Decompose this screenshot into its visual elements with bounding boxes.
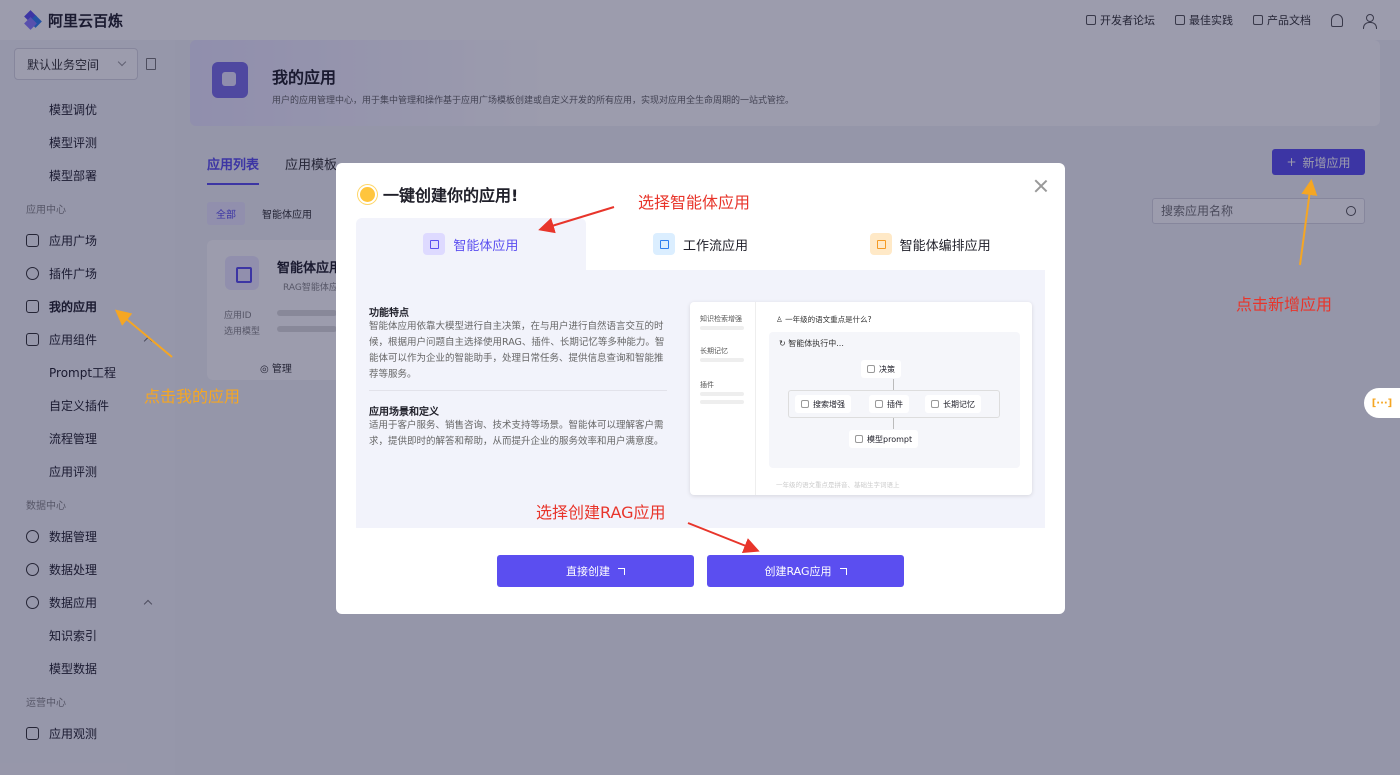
scenes-title: 应用场景和定义 — [369, 407, 439, 418]
preview-side-label: 知识检索增强 — [700, 315, 742, 323]
preview-question-text: 一年级的语文重点是什么? — [785, 315, 872, 324]
node-plugin: 插件 — [869, 395, 909, 413]
annotation-select-rag: 选择创建RAG应用 — [536, 503, 666, 522]
preview-bar — [700, 400, 744, 404]
preview-footer: 一年级的语文重点是拼音、基础生字词语上 — [776, 481, 900, 489]
tab-agent-app[interactable]: 智能体应用 — [356, 218, 586, 270]
preview-sidebar: 知识检索增强 长期记忆 插件 — [690, 302, 756, 495]
arrow-up-right-icon — [618, 567, 625, 575]
close-icon[interactable] — [1033, 178, 1049, 194]
node-model-prompt: 模型prompt — [849, 430, 919, 448]
orchestration-icon — [869, 233, 892, 255]
annotation-select-agent: 选择智能体应用 — [638, 193, 751, 212]
arrow-up-right-icon — [839, 567, 847, 575]
floating-assistant-button[interactable]: [···] — [1364, 388, 1400, 418]
preview-side-label: 插件 — [700, 381, 714, 389]
connector — [893, 379, 894, 390]
preview-bar — [700, 326, 744, 330]
user-icon: ♙ — [776, 315, 786, 324]
tab-orchestration-app[interactable]: 智能体编排应用 — [815, 218, 1046, 270]
features-title: 功能特点 — [369, 308, 409, 319]
create-rag-button[interactable]: 创建RAG应用 — [707, 555, 904, 587]
preview-bar — [700, 358, 744, 362]
features-text: 智能体应用依靠大模型进行自主决策，在与用户进行自然语言交互的时候，根据用户问题自… — [369, 321, 665, 380]
preview-bar — [700, 392, 744, 396]
node-label: 模型prompt — [867, 434, 913, 444]
node-decision: 决策 — [861, 360, 901, 378]
workflow-icon — [653, 233, 675, 255]
plugin-icon — [875, 400, 883, 408]
agent-icon — [423, 233, 446, 255]
connector — [893, 418, 894, 429]
node-label: 长期记忆 — [943, 399, 975, 409]
create-app-modal: 一键创建你的应用! 智能体应用 工作流应用 智能体编排应用 功能特点 智能体应用… — [336, 163, 1065, 614]
node-group: 搜索增强 插件 长期记忆 — [788, 390, 1000, 418]
agent-preview-image: 知识检索增强 长期记忆 插件 ♙ 一年级的语文重点是什么? ↻ 智能体执行中..… — [690, 302, 1032, 495]
node-label: 搜索增强 — [813, 399, 845, 409]
node-search-enhance: 搜索增强 — [795, 395, 851, 413]
direct-create-button[interactable]: 直接创建 — [497, 555, 694, 587]
scenes-text: 适用于客户服务、销售咨询、技术支持等场景。智能体可以理解客户需求，提供即时的解答… — [369, 420, 664, 447]
preview-question: ♙ 一年级的语文重点是什么? — [776, 314, 872, 325]
preview-side-label: 长期记忆 — [700, 347, 728, 355]
search-enhance-icon — [801, 400, 809, 408]
tab-panel: 功能特点 智能体应用依靠大模型进行自主决策，在与用户进行自然语言交互的时候，根据… — [356, 270, 1045, 528]
node-label: 插件 — [887, 399, 903, 409]
create-rag-label: 创建RAG应用 — [764, 565, 832, 578]
decision-icon — [867, 365, 875, 373]
node-long-memory: 长期记忆 — [925, 395, 981, 413]
sun-icon — [360, 186, 375, 202]
tab-label: 工作流应用 — [683, 238, 749, 254]
tab-label: 智能体编排应用 — [899, 238, 991, 254]
memory-icon — [931, 400, 939, 408]
preview-flow: ↻ 智能体执行中... 决策 搜索增强 插件 长期记忆 模型prompt — [769, 332, 1020, 468]
divider — [369, 390, 667, 391]
annotation-click-add: 点击新增应用 — [1236, 295, 1333, 314]
direct-create-label: 直接创建 — [566, 565, 610, 578]
modal-title-text: 一键创建你的应用! — [383, 186, 519, 205]
preview-running: ↻ 智能体执行中... — [779, 338, 844, 349]
node-label: 决策 — [879, 364, 895, 374]
loading-icon: ↻ — [779, 339, 789, 348]
tab-workflow-app[interactable]: 工作流应用 — [585, 218, 816, 270]
modal-title: 一键创建你的应用! — [360, 182, 518, 206]
annotation-click-my-app: 点击我的应用 — [144, 387, 241, 406]
preview-running-text: 智能体执行中... — [788, 339, 844, 348]
app-type-tabs: 智能体应用 工作流应用 智能体编排应用 — [356, 218, 1046, 270]
tab-label: 智能体应用 — [453, 238, 519, 254]
model-icon — [855, 435, 863, 443]
